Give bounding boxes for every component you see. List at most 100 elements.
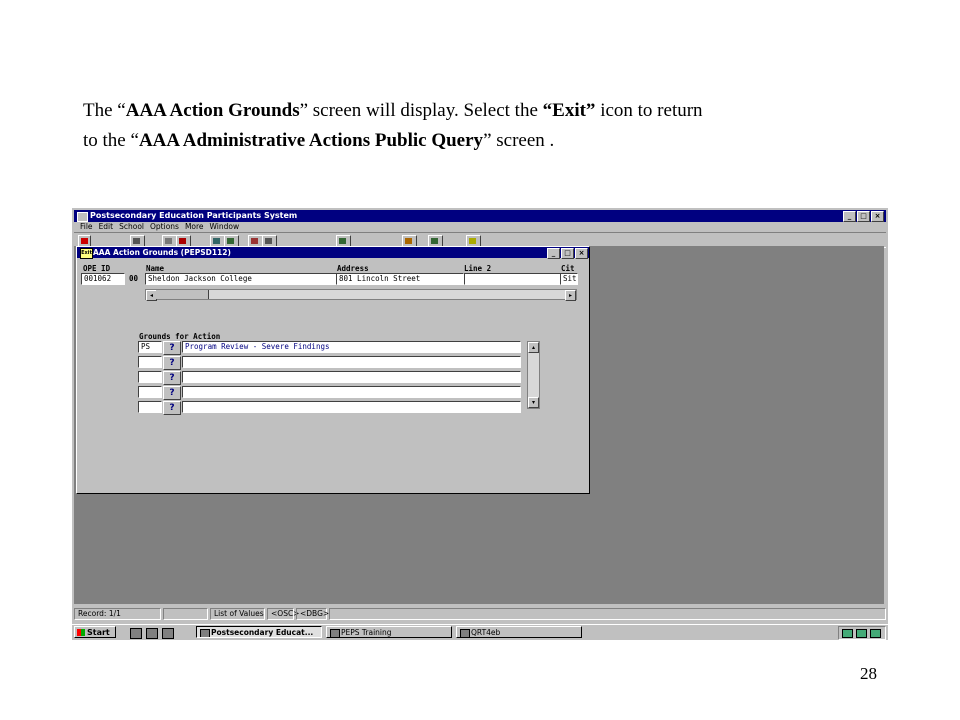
grounds-description-field[interactable] [182, 371, 521, 383]
tray-network-icon[interactable] [842, 629, 853, 638]
outlook-quicklaunch-icon[interactable] [162, 628, 174, 639]
osc-status: <OSC> [267, 608, 299, 620]
question-help-icon[interactable]: ? [163, 401, 181, 415]
menu-file[interactable]: File [80, 222, 93, 232]
minimize-button[interactable]: _ [843, 211, 856, 222]
tray-network-icon[interactable] [870, 629, 881, 638]
inner-close-button[interactable]: × [575, 248, 588, 259]
grounds-for-action-label: Grounds for Action [139, 332, 221, 341]
line2-label: Line 2 [464, 264, 492, 273]
task-peps-app[interactable]: Postsecondary Educat... [196, 626, 322, 638]
magnifier-icon [213, 238, 220, 244]
tools-icon [227, 238, 234, 244]
close-button[interactable]: × [871, 211, 884, 222]
status-blank [163, 608, 208, 620]
powerpoint-icon [330, 629, 340, 637]
taskbar: Start Postsecondary Educat... PEPS Train… [72, 624, 888, 640]
list-icon [265, 238, 272, 244]
inner-minimize-button[interactable]: _ [547, 248, 560, 259]
inner-window-controls: _ □ × [547, 248, 588, 259]
grounds-description-field[interactable] [182, 401, 521, 413]
windows-logo-icon [77, 629, 85, 636]
note-icon [405, 238, 412, 244]
pencil-icon [339, 238, 346, 244]
grounds-description-field[interactable]: Program Review - Severe Findings [182, 341, 521, 353]
grounds-code-field[interactable] [138, 356, 162, 368]
start-button[interactable]: Start [74, 626, 116, 638]
name-field[interactable]: Sheldon Jackson College [145, 273, 337, 285]
ope-id-suffix: 00 [129, 274, 139, 283]
menu-options[interactable]: Options [150, 222, 179, 232]
grounds-description-field[interactable] [182, 386, 521, 398]
address-field[interactable]: 801 Lincoln Street [336, 273, 464, 285]
inner-title: AAA Action Grounds (PEPSD112) [93, 248, 231, 257]
task-peps-training[interactable]: PEPS Training [326, 626, 452, 638]
question-help-icon[interactable]: ? [163, 356, 181, 370]
browser-quicklaunch-icon[interactable] [146, 628, 158, 639]
task-qrt4eb[interactable]: QRT4eb [456, 626, 582, 638]
city-field[interactable]: Sit [560, 273, 578, 285]
app-window-controls: _ □ × [843, 211, 884, 222]
mdi-workspace: Exit AAA Action Grounds (PEPSD112) _ □ ×… [74, 246, 884, 604]
menu-school[interactable]: School [119, 222, 144, 232]
grounds-description-field[interactable] [182, 356, 521, 368]
status-filler [329, 608, 886, 620]
menu-bar: File Edit School Options More Window [74, 222, 886, 232]
app-icon [77, 212, 88, 222]
app-title: Postsecondary Education Participants Sys… [90, 211, 298, 220]
exit-door-icon [81, 238, 88, 244]
checkmark-icon [431, 238, 438, 244]
line2-field[interactable] [464, 273, 561, 285]
dbg-status: <DBG> [296, 608, 329, 620]
exit-icon[interactable]: Exit [80, 248, 93, 259]
record-status: Record: 1/1 [74, 608, 161, 620]
app-task-icon [460, 629, 470, 637]
task-label: Postsecondary Educat... [211, 628, 314, 637]
grounds-code-field[interactable]: PS [138, 341, 162, 353]
grounds-code-field[interactable] [138, 401, 162, 413]
desktop-quicklaunch-icon[interactable] [130, 628, 142, 639]
app-task-icon [200, 629, 210, 637]
eraser-icon [251, 238, 258, 244]
grounds-code-field[interactable] [138, 386, 162, 398]
menu-more[interactable]: More [185, 222, 204, 232]
status-bar: Record: 1/1 List of Values <OSC> <DBG> [74, 608, 886, 620]
scroll-down-arrow[interactable]: ▾ [528, 397, 539, 408]
sort-arrows-icon [179, 238, 186, 244]
help-icon [469, 238, 476, 244]
page-number: 28 [860, 664, 877, 683]
address-label: Address [337, 264, 369, 273]
action-grounds-window: Exit AAA Action Grounds (PEPSD112) _ □ ×… [76, 246, 590, 494]
list-of-values-status: List of Values [210, 608, 265, 620]
question-help-icon[interactable]: ? [163, 371, 181, 385]
app-title-bar: Postsecondary Education Participants Sys… [74, 210, 886, 222]
inner-title-bar: Exit AAA Action Grounds (PEPSD112) _ □ × [77, 247, 589, 259]
caption-line-1: The “AAA Action Grounds” screen will dis… [83, 100, 703, 121]
inner-maximize-button[interactable]: □ [561, 248, 574, 259]
question-help-icon[interactable]: ? [163, 386, 181, 400]
screenshot: Postsecondary Education Participants Sys… [72, 208, 888, 640]
query-icon [165, 238, 172, 244]
ope-id-label: OPE ID [83, 264, 111, 273]
scroll-right-arrow[interactable]: ▸ [565, 290, 576, 301]
menu-edit[interactable]: Edit [99, 222, 114, 232]
name-label: Name [146, 264, 165, 273]
tray-network-icon[interactable] [856, 629, 867, 638]
task-label: PEPS Training [341, 628, 392, 637]
question-help-icon[interactable]: ? [163, 341, 181, 355]
start-label: Start [87, 628, 110, 637]
maximize-button[interactable]: □ [857, 211, 870, 222]
menu-window[interactable]: Window [210, 222, 240, 232]
task-label: QRT4eb [471, 628, 501, 637]
city-label: Cit [561, 264, 575, 273]
printer-icon [133, 238, 140, 244]
scroll-up-arrow[interactable]: ▴ [528, 342, 539, 353]
grounds-code-field[interactable] [138, 371, 162, 383]
instruction-caption: The “AAA Action Grounds” screen will dis… [83, 96, 903, 156]
system-tray [838, 626, 886, 640]
caption-line-2: to the “AAA Administrative Actions Publi… [83, 130, 555, 151]
ope-id-field[interactable]: 001062 [81, 273, 125, 285]
scroll-thumb[interactable] [156, 290, 209, 299]
vertical-scrollbar[interactable]: ▴ ▾ [527, 341, 540, 409]
horizontal-scrollbar[interactable]: ◂ ▸ [145, 289, 577, 301]
